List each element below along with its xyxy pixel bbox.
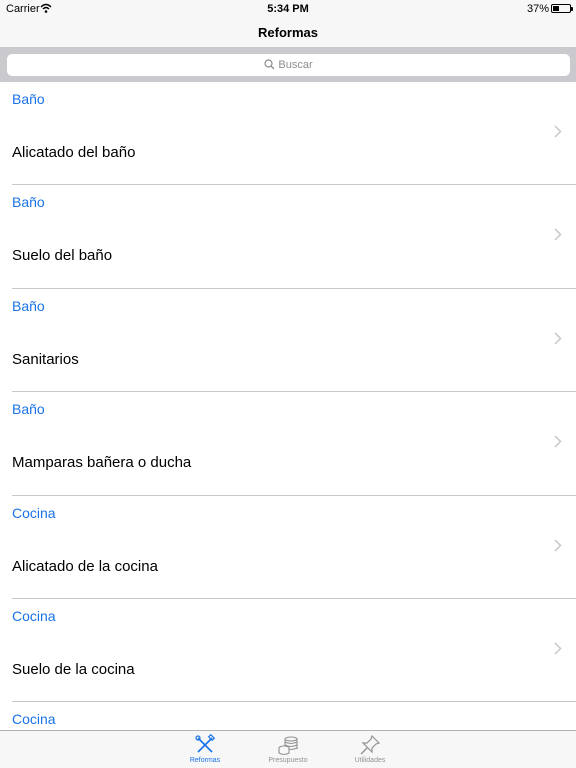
chevron-right-icon (554, 642, 562, 655)
status-bar: Carrier 5:34 PM 37% (0, 0, 576, 18)
tab-presupuesto[interactable]: Presupuesto (258, 731, 318, 768)
list-item-category: Baño (12, 91, 45, 107)
page-title: Reformas (258, 25, 318, 40)
status-time: 5:34 PM (267, 3, 309, 15)
search-input[interactable]: Buscar (7, 54, 570, 76)
chevron-right-icon (554, 332, 562, 345)
search-placeholder: Buscar (278, 59, 313, 71)
list-item-title: Alicatado de la cocina (12, 557, 158, 575)
navigation-bar: Reformas (0, 18, 576, 47)
list-item[interactable]: Cocina (12, 702, 576, 730)
tab-utilidades[interactable]: Utilidades (340, 731, 400, 768)
chevron-right-icon (554, 228, 562, 241)
list-item-category: Cocina (12, 504, 56, 521)
chevron-right-icon (554, 125, 562, 138)
list-item[interactable]: Baño Mamparas bañera o ducha (12, 392, 576, 496)
chevron-right-icon (554, 435, 562, 448)
list-item-category: Cocina (12, 607, 56, 624)
list-item[interactable]: Baño Sanitarios (12, 289, 576, 393)
list-item-category: Baño (12, 194, 45, 211)
list-item-category: Baño (12, 401, 45, 418)
tools-icon (195, 734, 216, 753)
tab-label: Presupuesto (268, 757, 308, 764)
tab-label: Utilidades (354, 757, 386, 764)
list-item-title: Suelo del baño (12, 247, 113, 265)
list-item[interactable]: Baño Alicatado del baño (12, 82, 576, 186)
coins-icon (278, 736, 298, 756)
search-bar: Buscar (0, 47, 576, 82)
tab-label: Reformas (189, 757, 221, 764)
battery-icon (551, 4, 573, 13)
list-item-category: Baño (12, 297, 45, 314)
reform-list: Baño Alicatado del baño Baño Suelo del baño… (0, 82, 576, 730)
tab-bar: Reformas Presupuesto Utilidades (0, 730, 576, 768)
battery-percent: 37% (526, 3, 549, 15)
chevron-right-icon (554, 539, 562, 552)
battery-level (553, 6, 559, 11)
search-icon (264, 59, 275, 70)
pin-icon (360, 734, 381, 755)
list-item[interactable]: Baño Suelo del baño (12, 185, 576, 289)
list-item-category: Cocina (12, 711, 56, 728)
list-item[interactable]: Cocina Suelo de la cocina (12, 599, 576, 703)
list-item-title: Suelo de la cocina (12, 660, 135, 678)
tab-reformas[interactable]: Reformas (175, 731, 235, 768)
list-item[interactable]: Cocina Alicatado de la cocina (12, 496, 576, 599)
list-item-title: Sanitarios (12, 350, 79, 368)
list-item-title: Alicatado del baño (12, 144, 136, 161)
list-item-title: Mamparas bañera o ducha (12, 454, 192, 472)
